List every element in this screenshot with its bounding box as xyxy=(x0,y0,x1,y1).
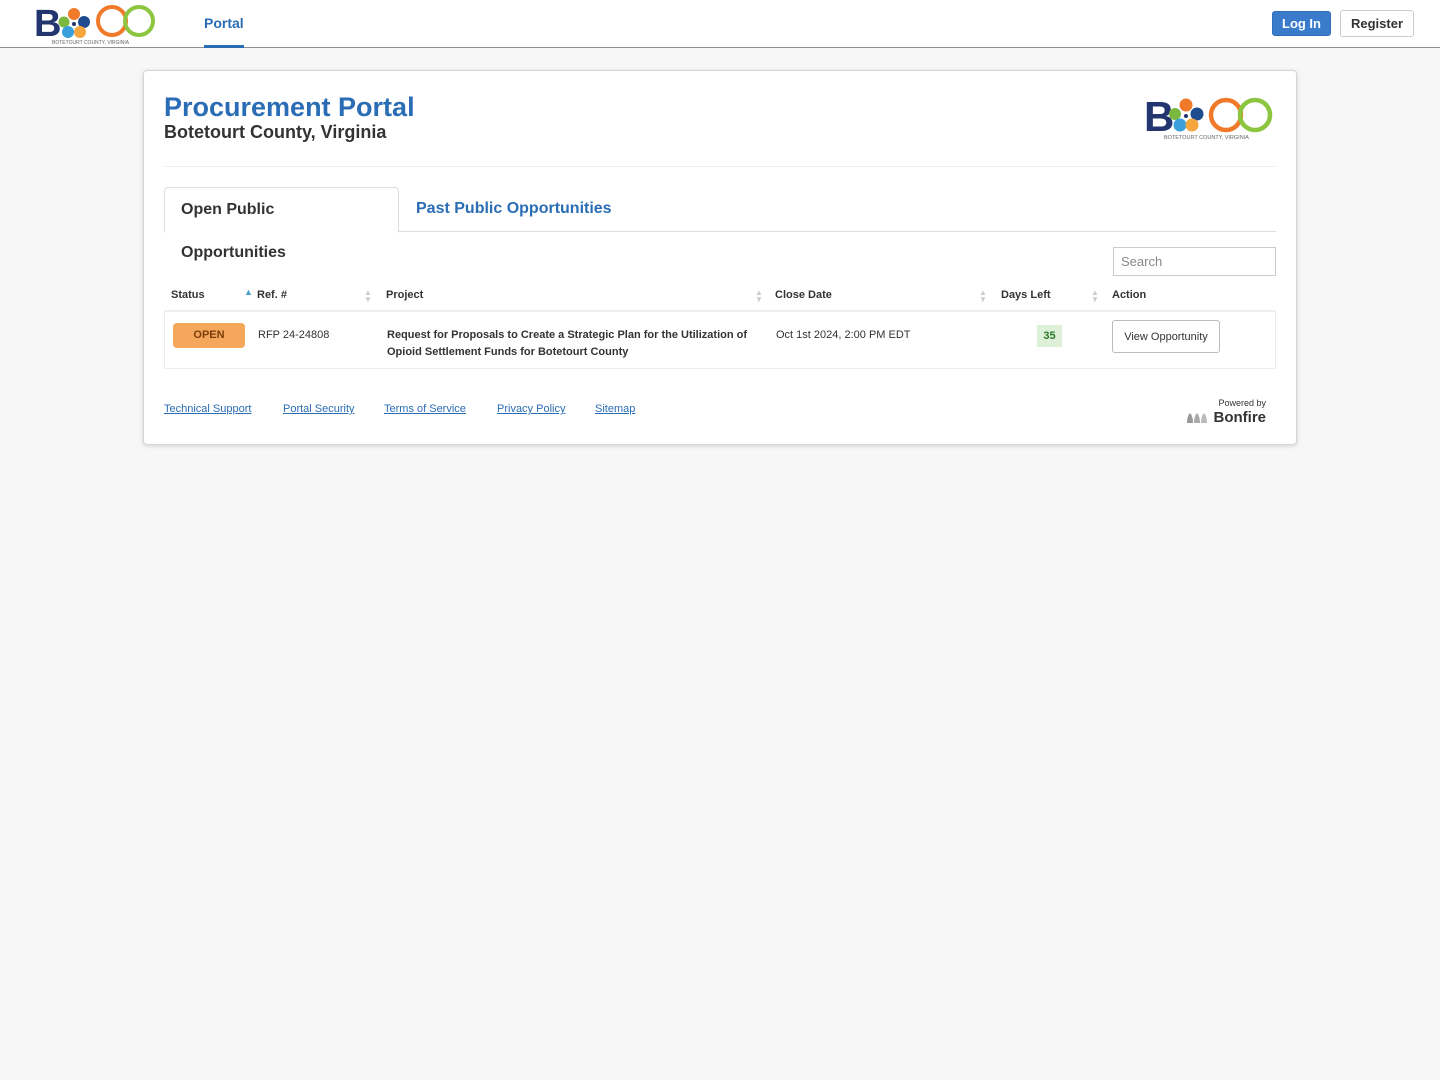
svg-text:BOTETOURT COUNTY, VIRGINIA: BOTETOURT COUNTY, VIRGINIA xyxy=(52,40,130,46)
table-header: Status ▲ Ref. # ▲ ▼ Project ▲ ▼ Close Date… xyxy=(164,281,1276,312)
project-title: Request for Proposals to Create a Strate… xyxy=(387,329,748,358)
footer-link-portal-security[interactable]: Portal Security xyxy=(283,403,355,415)
opportunity-tabs: Open Public Opportunities Past Public Op… xyxy=(164,187,1276,261)
sort-icon: ▲ ▼ xyxy=(755,288,763,304)
boco-logo[interactable]: B BOTETOURT COUNTY, VIRGINIA xyxy=(34,2,158,46)
login-button[interactable]: Log In xyxy=(1272,11,1331,36)
footer-link-technical-support[interactable]: Technical Support xyxy=(164,403,251,415)
column-label: Action xyxy=(1112,289,1147,301)
sort-ascending-icon: ▲ xyxy=(244,287,253,297)
sort-icon: ▲ ▼ xyxy=(364,288,372,304)
page-subtitle: Botetourt County, Virginia xyxy=(164,122,387,142)
svg-text:B: B xyxy=(34,3,61,45)
column-header-status[interactable]: Status ▲ xyxy=(171,281,253,310)
svg-text:BOTETOURT COUNTY, VIRGINIA: BOTETOURT COUNTY, VIRGINIA xyxy=(1164,135,1249,141)
footer-link-privacy-policy[interactable]: Privacy Policy xyxy=(497,403,565,415)
top-navbar: B BOTETOURT COUNTY, VIRGINIA Portal Log … xyxy=(0,0,1440,48)
column-label: Project xyxy=(386,289,424,301)
status-badge: OPEN xyxy=(173,323,245,348)
sort-icon: ▲ ▼ xyxy=(1091,288,1099,304)
view-opportunity-button[interactable]: View Opportunity xyxy=(1112,320,1220,353)
header-divider xyxy=(164,166,1276,167)
bonfire-flame-icon xyxy=(1187,413,1207,423)
bonfire-brand: Bonfire xyxy=(1213,409,1267,426)
column-header-close-date[interactable]: Close Date ▲ ▼ xyxy=(775,281,990,310)
footer-link-sitemap[interactable]: Sitemap xyxy=(595,403,635,415)
nav-portal-link[interactable]: Portal xyxy=(204,0,244,48)
close-date: Oct 1st 2024, 2:00 PM EDT xyxy=(776,329,911,341)
portal-card: Procurement Portal Botetourt County, Vir… xyxy=(143,70,1297,445)
column-label: Ref. # xyxy=(257,289,287,301)
column-header-project[interactable]: Project ▲ ▼ xyxy=(386,281,766,310)
column-header-action: Action xyxy=(1112,281,1212,310)
tab-past-public-opportunities[interactable]: Past Public Opportunities xyxy=(400,187,628,233)
sort-icon: ▲ ▼ xyxy=(979,288,987,304)
column-header-ref[interactable]: Ref. # ▲ ▼ xyxy=(257,281,377,310)
days-left-badge: 35 xyxy=(1037,325,1062,347)
page-title: Procurement Portal xyxy=(164,92,415,122)
register-button[interactable]: Register xyxy=(1340,10,1414,37)
search-input[interactable] xyxy=(1113,247,1276,276)
table-row: OPEN RFP 24-24808 Request for Proposals … xyxy=(164,312,1276,369)
column-label: Days Left xyxy=(1001,289,1051,301)
powered-by-label: Powered by xyxy=(1218,398,1266,408)
tab-open-public-opportunities[interactable]: Open Public Opportunities xyxy=(164,187,399,261)
powered-by-bonfire[interactable]: Powered by Bonfire xyxy=(1184,397,1266,429)
column-label: Close Date xyxy=(775,289,832,301)
ref-number: RFP 24-24808 xyxy=(258,329,330,341)
footer-link-terms-of-service[interactable]: Terms of Service xyxy=(384,403,466,415)
column-header-days-left[interactable]: Days Left ▲ ▼ xyxy=(1001,281,1106,310)
boco-logo-large: B BOTETOURT COUNTY, VIRGINIA xyxy=(1144,93,1273,141)
column-label: Status xyxy=(171,289,205,301)
